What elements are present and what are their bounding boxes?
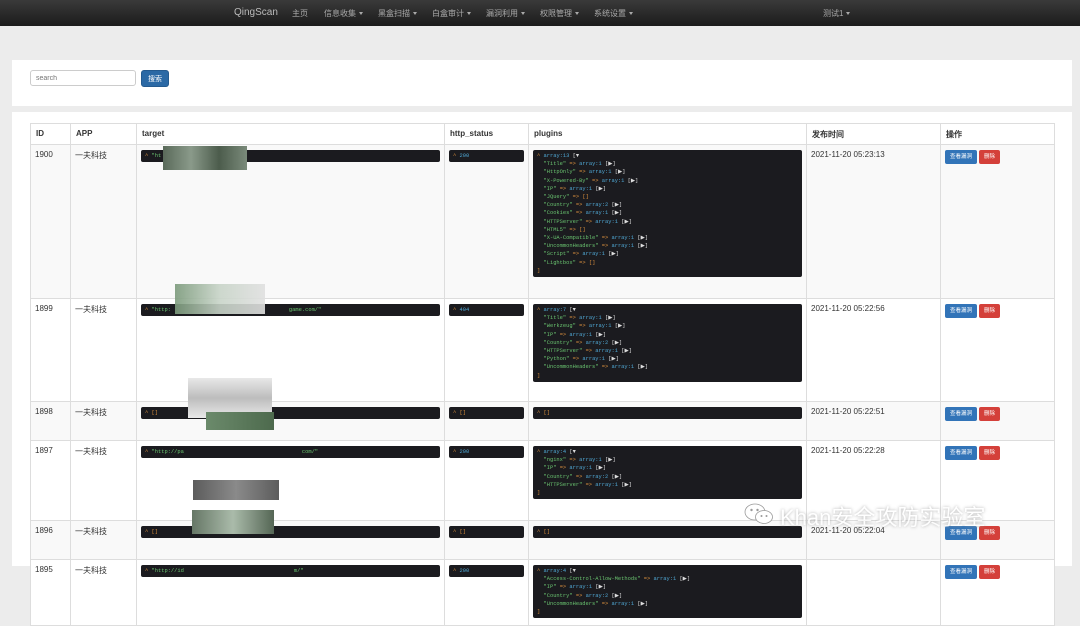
status-dump: ^ [] bbox=[449, 526, 524, 539]
nav-exploit[interactable]: 漏洞利用 bbox=[486, 8, 525, 19]
nav-home[interactable]: 主页 bbox=[292, 8, 308, 19]
plugins-dump: ^ [] bbox=[533, 407, 802, 420]
plugins-dump[interactable]: ^ array:7 [▼ "Title" => array:1 [▶] "Wer… bbox=[533, 304, 802, 382]
cell-target: ^ [] bbox=[136, 520, 445, 560]
cell-app: 一夫科技 bbox=[70, 401, 137, 441]
chevron-down-icon bbox=[575, 12, 579, 16]
watermark-text: Khan安全攻防实验室 bbox=[780, 505, 986, 530]
cell-http-status: ^ [] bbox=[444, 401, 529, 441]
cell-id: 1897 bbox=[30, 440, 71, 521]
col-target: target bbox=[136, 123, 445, 145]
cell-target: ^ "http://pa com/" bbox=[136, 440, 445, 521]
cell-actions: 查看漏洞 删除 bbox=[940, 298, 1055, 402]
col-app: APP bbox=[70, 123, 137, 145]
target-dump: ^ [] bbox=[141, 407, 440, 420]
redacted-blur bbox=[193, 480, 279, 500]
cell-publish-time bbox=[806, 559, 941, 626]
plugins-dump[interactable]: ^ array:4 [▼ "nginx" => array:1 [▶] "IP"… bbox=[533, 446, 802, 500]
delete-button[interactable]: 删除 bbox=[979, 407, 1001, 421]
plugins-dump[interactable]: ^ array:4 [▼ "Access-Control-Allow-Metho… bbox=[533, 565, 802, 619]
cell-id: 1899 bbox=[30, 298, 71, 402]
user-menu[interactable]: 测试1 bbox=[823, 8, 851, 19]
nav-whitebox-audit[interactable]: 白盒审计 bbox=[432, 8, 471, 19]
cell-id: 1896 bbox=[30, 520, 71, 560]
delete-button[interactable]: 删除 bbox=[979, 304, 1001, 318]
col-publish-time: 发布时间 bbox=[806, 123, 941, 145]
target-dump: ^ [] bbox=[141, 526, 440, 539]
nav-blackbox-scan[interactable]: 黑盒扫描 bbox=[378, 8, 417, 19]
col-id: ID bbox=[30, 123, 71, 145]
cell-http-status: ^ 200 bbox=[444, 144, 529, 299]
chevron-down-icon bbox=[467, 12, 471, 16]
top-navbar: QingScan 主页 信息收集 黑盒扫描 白盒审计 漏洞利用 权限管理 系统设… bbox=[0, 0, 1080, 26]
status-dump: ^ 404 bbox=[449, 304, 524, 317]
cell-app: 一夫科技 bbox=[70, 144, 137, 299]
col-actions: 操作 bbox=[940, 123, 1055, 145]
delete-button[interactable]: 删除 bbox=[979, 150, 1001, 164]
brand-logo[interactable]: QingScan bbox=[234, 7, 278, 18]
col-plugins: plugins bbox=[528, 123, 807, 145]
redacted-blur bbox=[175, 284, 265, 314]
cell-actions: 查看漏洞 删除 bbox=[940, 401, 1055, 441]
cell-plugins: ^ [] bbox=[528, 520, 807, 560]
search-button[interactable]: 搜索 bbox=[141, 70, 169, 87]
nav-settings[interactable]: 系统设置 bbox=[594, 8, 633, 19]
cell-target: ^ [] bbox=[136, 401, 445, 441]
table-row: 1895 一夫科技 ^ "http://id m/" ^ 200 ^ array:4 [▼… bbox=[30, 559, 1055, 626]
cell-actions: 查看漏洞 删除 bbox=[940, 559, 1055, 626]
plugins-dump: ^ [] bbox=[533, 526, 802, 539]
target-dump: ^ "http://id m/" bbox=[141, 565, 440, 578]
cell-plugins: ^ array:7 [▼ "Title" => array:1 [▶] "Wer… bbox=[528, 298, 807, 402]
cell-app: 一夫科技 bbox=[70, 298, 137, 402]
nav-info-collect[interactable]: 信息收集 bbox=[324, 8, 363, 19]
search-input[interactable] bbox=[30, 70, 136, 86]
chevron-down-icon bbox=[359, 12, 363, 16]
cell-plugins: ^ array:13 [▼ "Title" => array:1 [▶] "Ht… bbox=[528, 144, 807, 299]
view-vuln-button[interactable]: 查看漏洞 bbox=[945, 565, 978, 579]
cell-id: 1900 bbox=[30, 144, 71, 299]
cell-http-status: ^ 200 bbox=[444, 440, 529, 521]
cell-actions: 查看漏洞 删除 bbox=[940, 144, 1055, 299]
nav-permissions[interactable]: 权限管理 bbox=[540, 8, 579, 19]
status-dump: ^ 200 bbox=[449, 565, 524, 578]
wechat-icon bbox=[744, 503, 773, 524]
view-vuln-button[interactable]: 查看漏洞 bbox=[945, 304, 978, 318]
results-table: ID APP target http_status plugins 发布时间 操… bbox=[30, 123, 1055, 626]
cell-plugins: ^ array:4 [▼ "Access-Control-Allow-Metho… bbox=[528, 559, 807, 626]
status-dump: ^ [] bbox=[449, 407, 524, 420]
status-dump: ^ 200 bbox=[449, 446, 524, 459]
cell-publish-time: 2021-11-20 05:23:13 bbox=[806, 144, 941, 299]
redacted-blur bbox=[206, 412, 274, 430]
col-http-status: http_status bbox=[444, 123, 529, 145]
chevron-down-icon bbox=[413, 12, 417, 16]
cell-app: 一夫科技 bbox=[70, 440, 137, 521]
view-vuln-button[interactable]: 查看漏洞 bbox=[945, 446, 978, 460]
chevron-down-icon bbox=[521, 12, 525, 16]
table-row: 1898 一夫科技 ^ [] ^ [] ^ [] 2021-11-20 05:22:51 查… bbox=[30, 401, 1055, 441]
cell-http-status: ^ 200 bbox=[444, 559, 529, 626]
search-panel bbox=[12, 60, 1072, 106]
view-vuln-button[interactable]: 查看漏洞 bbox=[945, 150, 978, 164]
redacted-blur bbox=[192, 510, 274, 534]
status-dump: ^ 200 bbox=[449, 150, 524, 163]
cell-id: 1898 bbox=[30, 401, 71, 441]
cell-http-status: ^ 404 bbox=[444, 298, 529, 402]
redacted-blur bbox=[163, 146, 247, 170]
delete-button[interactable]: 删除 bbox=[979, 565, 1001, 579]
chevron-down-icon bbox=[629, 12, 633, 16]
delete-button[interactable]: 删除 bbox=[979, 446, 1001, 460]
chevron-down-icon bbox=[846, 12, 851, 16]
cell-http-status: ^ [] bbox=[444, 520, 529, 560]
cell-app: 一夫科技 bbox=[70, 520, 137, 560]
target-dump: ^ "http://pa com/" bbox=[141, 446, 440, 459]
cell-plugins: ^ [] bbox=[528, 401, 807, 441]
cell-app: 一夫科技 bbox=[70, 559, 137, 626]
cell-publish-time: 2021-11-20 05:22:56 bbox=[806, 298, 941, 402]
cell-publish-time: 2021-11-20 05:22:51 bbox=[806, 401, 941, 441]
view-vuln-button[interactable]: 查看漏洞 bbox=[945, 407, 978, 421]
plugins-dump[interactable]: ^ array:13 [▼ "Title" => array:1 [▶] "Ht… bbox=[533, 150, 802, 278]
cell-id: 1895 bbox=[30, 559, 71, 626]
cell-target: ^ "http://id m/" bbox=[136, 559, 445, 626]
table-header-row: ID APP target http_status plugins 发布时间 操… bbox=[30, 123, 1055, 145]
